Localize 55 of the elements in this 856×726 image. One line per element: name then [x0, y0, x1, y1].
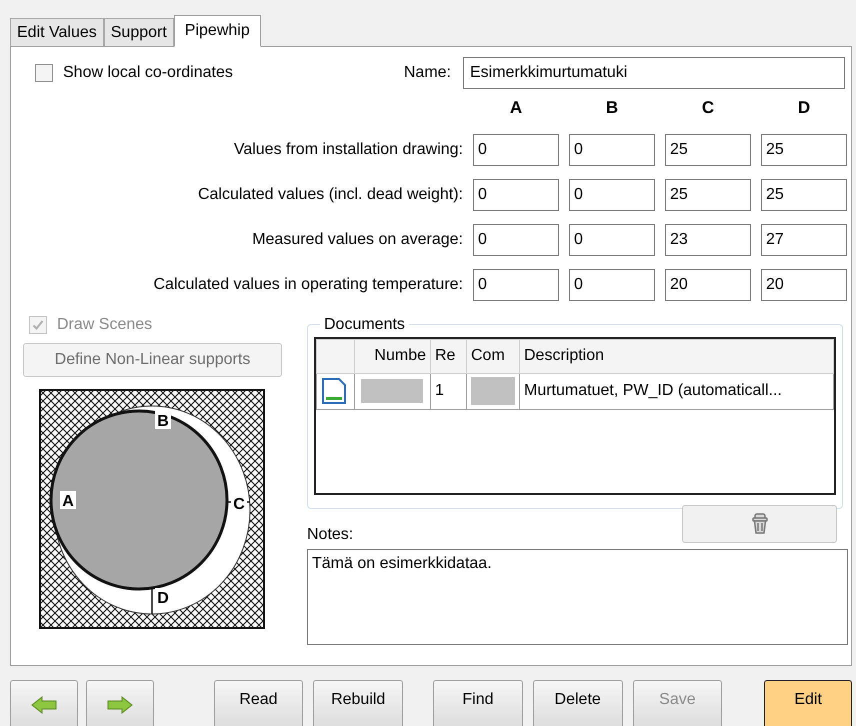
column-heading: B — [604, 97, 620, 119]
value-field[interactable]: 25 — [665, 134, 751, 166]
delete-button[interactable] — [682, 504, 837, 542]
value-field[interactable]: 0 — [569, 268, 655, 300]
toolbar-button[interactable]: Rebuild — [313, 680, 404, 726]
value-field[interactable]: 0 — [473, 224, 559, 256]
value-field[interactable]: 25 — [665, 178, 751, 210]
toolbar-button[interactable]: Read — [214, 680, 304, 726]
toolbar-button[interactable]: Edit — [764, 680, 852, 726]
table-cell: Murtumatuet, PW_ID (automaticall... — [524, 382, 782, 399]
left-arrow-icon — [30, 695, 58, 715]
column-header: Com — [471, 347, 505, 364]
support-diagram: A B C D — [39, 388, 265, 628]
document-icon — [321, 377, 347, 405]
value-field[interactable]: 0 — [473, 134, 559, 166]
toolbar-button[interactable]: Delete — [532, 680, 623, 726]
checkbox-label: Draw Scenes — [57, 314, 152, 334]
row-label: Calculated values (incl. dead weight): — [196, 184, 463, 204]
name-field[interactable]: Esimerkkimurtumatuki — [463, 57, 845, 89]
value-field[interactable]: 20 — [761, 268, 847, 300]
row-label: Measured values on average: — [251, 230, 463, 250]
column-heading: A — [508, 97, 524, 119]
table-cell: 1 — [435, 382, 444, 399]
back-button[interactable] — [10, 680, 78, 726]
row-label: Values from installation drawing: — [232, 140, 463, 160]
check-icon — [32, 318, 44, 330]
trash-icon — [752, 512, 768, 534]
tab[interactable]: Support — [104, 18, 174, 46]
right-arrow-icon — [106, 695, 134, 715]
tab[interactable]: Edit Values — [10, 18, 104, 46]
value-field[interactable]: 0 — [569, 134, 655, 166]
column-heading: D — [796, 97, 812, 119]
value-field[interactable]: 25 — [761, 178, 847, 210]
value-field[interactable]: 25 — [761, 134, 847, 166]
column-header: Numbe — [374, 347, 426, 364]
value-field[interactable]: 20 — [665, 268, 751, 300]
value-field[interactable]: 27 — [761, 224, 847, 256]
checkbox-label: Show local co-ordinates — [63, 63, 233, 83]
value-field[interactable]: 23 — [665, 224, 751, 256]
value-field[interactable]: 0 — [473, 268, 559, 300]
notes-field[interactable]: Tämä on esimerkkidataa. — [307, 548, 848, 644]
forward-button[interactable] — [86, 680, 154, 726]
notes-label: Notes: — [307, 524, 354, 544]
checkbox[interactable] — [35, 64, 53, 82]
tab[interactable]: Pipewhip — [174, 15, 261, 47]
column-header: Description — [524, 347, 604, 364]
value-field[interactable]: 0 — [569, 224, 655, 256]
value-field[interactable]: 0 — [473, 178, 559, 210]
column-header: Re — [435, 347, 456, 364]
row-label: Calculated values in operating temperature: — [152, 274, 463, 294]
toolbar-button[interactable]: Find — [433, 680, 523, 726]
value-field[interactable]: 0 — [569, 178, 655, 210]
name-label: Name: — [404, 63, 451, 83]
column-heading: C — [700, 97, 716, 119]
group-title: Documents — [323, 314, 406, 334]
